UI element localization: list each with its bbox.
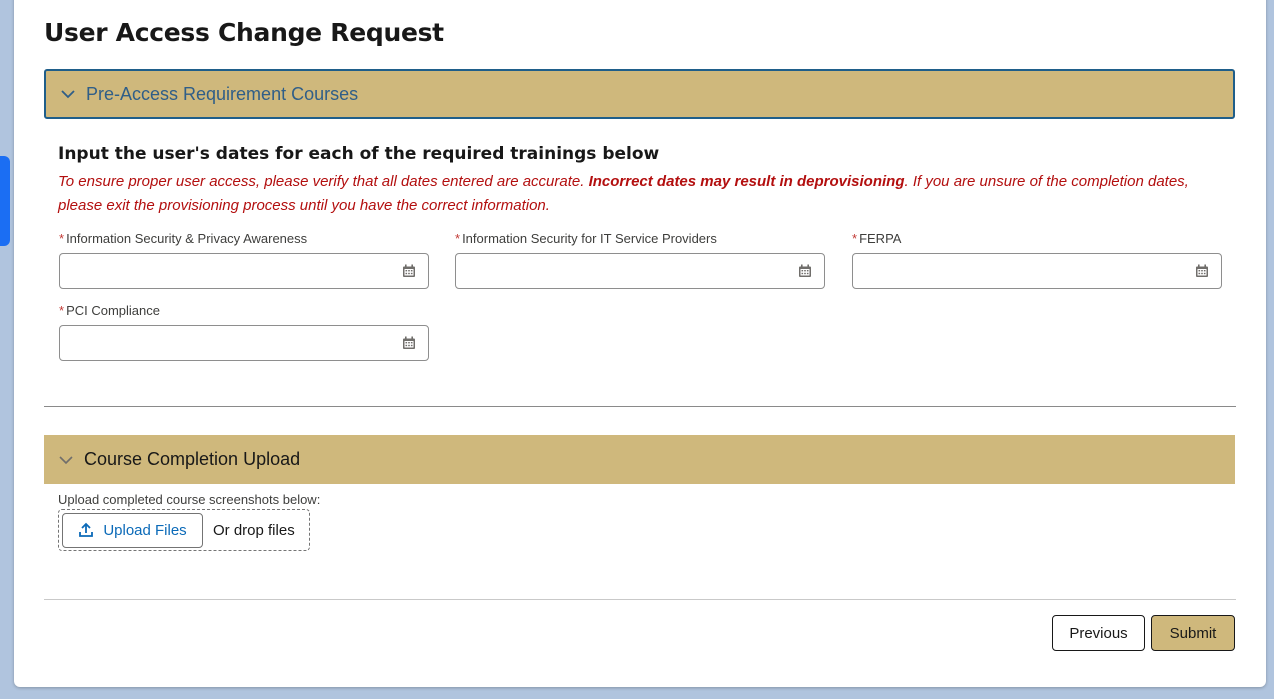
date-input-ferpa[interactable] <box>852 253 1222 289</box>
upload-files-button[interactable]: Upload Files <box>62 512 203 548</box>
field-label-text: FERPA <box>859 231 902 246</box>
calendar-icon[interactable] <box>402 336 416 350</box>
field-label: * PCI Compliance <box>59 302 429 320</box>
required-asterisk: * <box>455 231 461 246</box>
calendar-icon[interactable] <box>402 264 416 278</box>
form-card: User Access Change Request Pre-Access Re… <box>14 0 1266 687</box>
field-label: * Information Security for IT Service Pro… <box>455 230 825 248</box>
drop-files-text: Or drop files <box>213 521 295 539</box>
required-asterisk: * <box>59 303 65 318</box>
date-input-text[interactable] <box>70 326 402 360</box>
calendar-icon[interactable] <box>1195 264 1209 278</box>
upload-icon <box>78 522 94 538</box>
field-label-text: PCI Compliance <box>66 303 160 318</box>
date-input-pci-compliance[interactable] <box>59 325 429 361</box>
footer-divider <box>44 599 1236 600</box>
calendar-icon[interactable] <box>798 264 812 278</box>
section-divider <box>44 406 1236 407</box>
required-asterisk: * <box>852 231 858 246</box>
warning-bold-text: Incorrect dates may result in deprovisio… <box>588 173 905 190</box>
date-input-text[interactable] <box>863 254 1195 288</box>
upload-label: Upload completed course screenshots belo… <box>58 492 321 507</box>
field-label: * Information Security & Privacy Awarenes… <box>59 230 429 248</box>
file-dropzone[interactable]: Upload Files Or drop files <box>58 509 310 551</box>
submit-button[interactable]: Submit <box>1151 615 1235 651</box>
previous-button[interactable]: Previous <box>1052 615 1145 651</box>
warning-text: To ensure proper user access, please ver… <box>58 173 589 190</box>
instructions-heading: Input the user's dates for each of the r… <box>58 144 660 164</box>
field-ferpa: * FERPA <box>852 230 1222 289</box>
section-label: Course Completion Upload <box>84 449 301 469</box>
section-label: Pre-Access Requirement Courses <box>86 83 359 104</box>
side-panel-tab[interactable] <box>0 156 10 246</box>
field-label-text: Information Security & Privacy Awareness <box>66 231 308 246</box>
section-header-pre-access[interactable]: Pre-Access Requirement Courses <box>44 69 1235 119</box>
required-asterisk: * <box>59 231 65 246</box>
field-infosec-privacy: * Information Security & Privacy Awarenes… <box>59 230 429 289</box>
accuracy-warning: To ensure proper user access, please ver… <box>58 170 1218 218</box>
field-label: * FERPA <box>852 230 1222 248</box>
date-input-infosec-privacy[interactable] <box>59 253 429 289</box>
field-pci-compliance: * PCI Compliance <box>59 302 429 361</box>
section-header-course-upload[interactable]: Course Completion Upload <box>44 435 1235 484</box>
chevron-down-icon <box>58 452 74 468</box>
field-infosec-it-providers: * Information Security for IT Service Pro… <box>455 230 825 289</box>
date-input-text[interactable] <box>466 254 798 288</box>
page-title: User Access Change Request <box>44 18 444 47</box>
upload-button-label: Upload Files <box>103 521 187 539</box>
chevron-down-icon <box>60 86 76 102</box>
date-input-text[interactable] <box>70 254 402 288</box>
field-label-text: Information Security for IT Service Prov… <box>462 231 717 246</box>
date-input-infosec-it-providers[interactable] <box>455 253 825 289</box>
